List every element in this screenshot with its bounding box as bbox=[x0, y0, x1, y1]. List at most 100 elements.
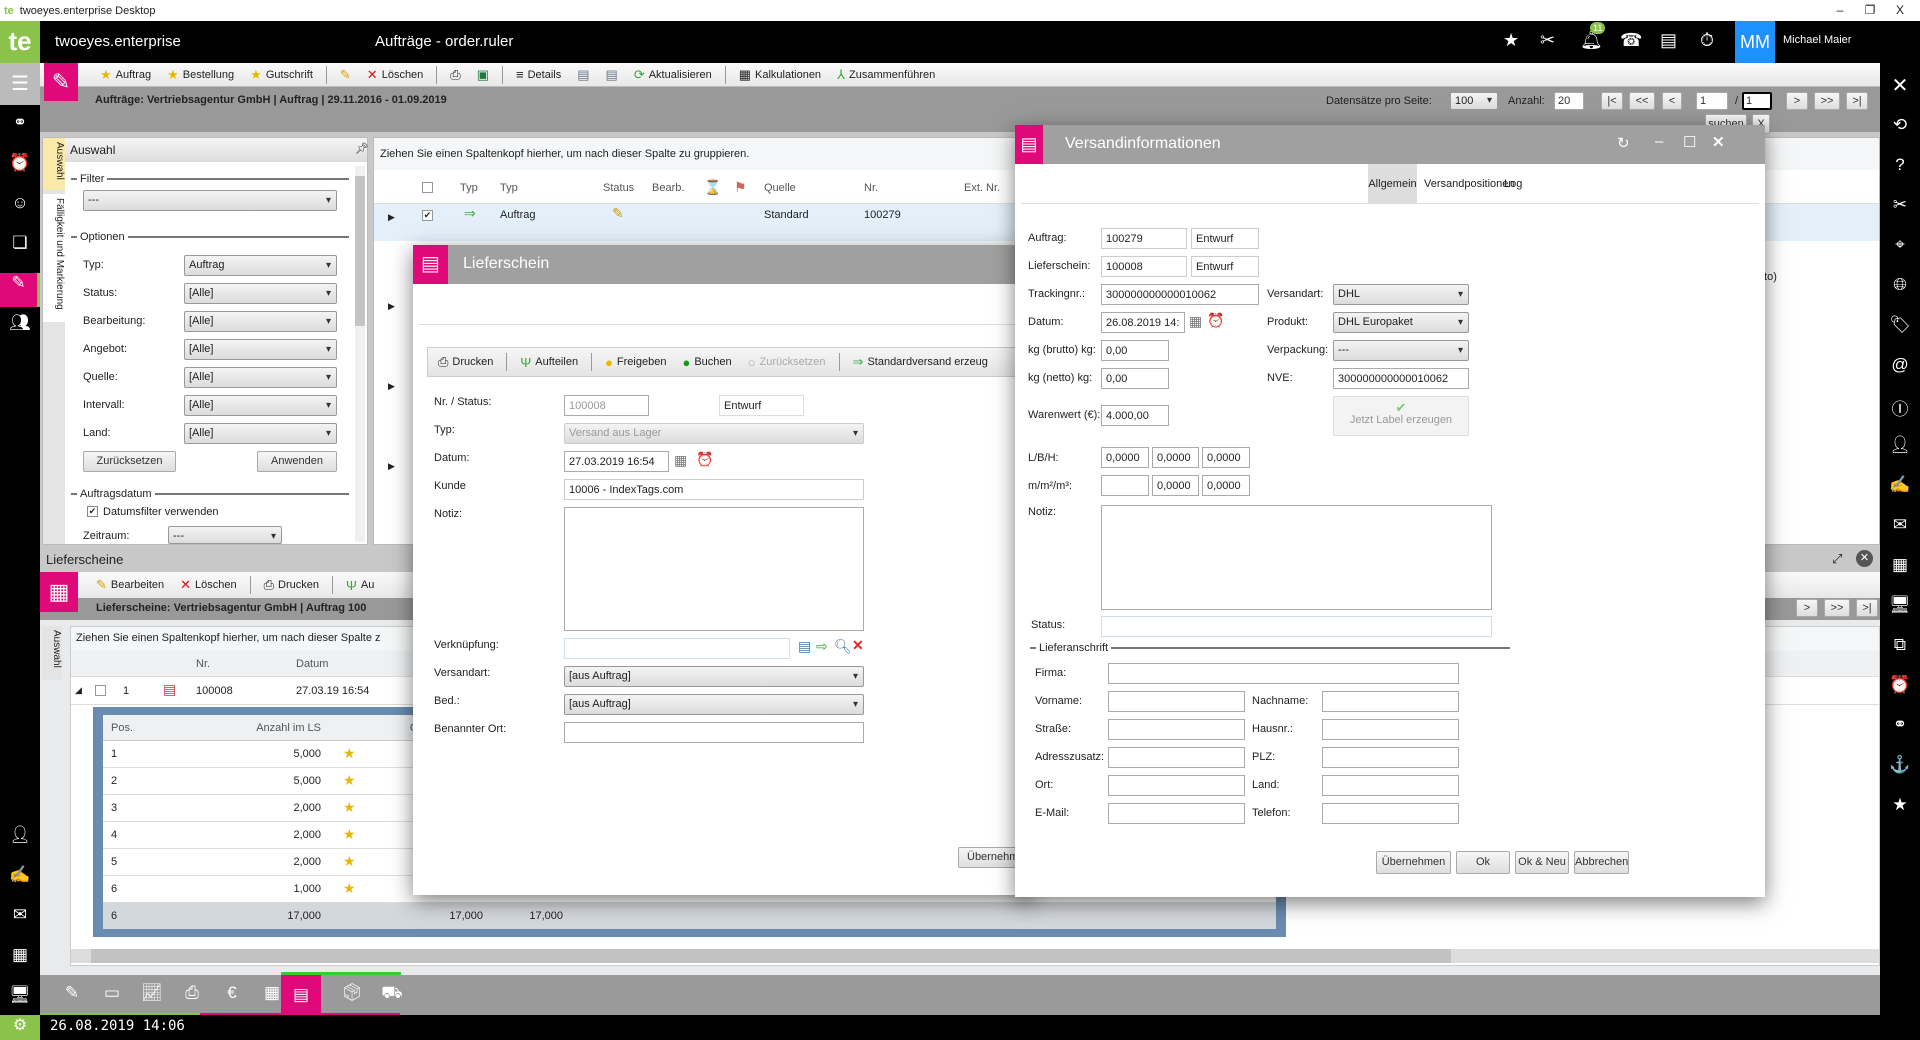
apply-button[interactable]: Anwenden bbox=[257, 451, 337, 472]
ok-button[interactable]: Ok bbox=[1456, 851, 1510, 874]
reset-button[interactable]: Zurücksetzen bbox=[83, 451, 176, 472]
mail-add-icon[interactable]: ✉ bbox=[1880, 515, 1920, 535]
calendar-add-icon[interactable]: ▦ bbox=[1880, 555, 1920, 575]
edit-button[interactable]: ✎ bbox=[334, 67, 357, 83]
search-icon[interactable]: 🔍︎ bbox=[834, 638, 852, 655]
mail-icon[interactable]: ✉ bbox=[0, 905, 40, 925]
create-label-button[interactable]: ✔ Jetzt Label erzeugen bbox=[1333, 396, 1469, 436]
length-field[interactable] bbox=[1101, 447, 1149, 468]
date-filter-checkbox[interactable]: ✔ bbox=[87, 506, 98, 517]
col-date[interactable]: Datum bbox=[296, 658, 328, 670]
filter-select[interactable]: --- bbox=[83, 190, 337, 211]
cancel-button[interactable]: Abbrechen bbox=[1574, 851, 1629, 874]
col-ext-number[interactable]: Ext. Nr. bbox=[964, 182, 1000, 194]
new-order-button[interactable]: ★ Auftrag bbox=[94, 67, 157, 83]
status-field[interactable] bbox=[719, 395, 804, 416]
date-field[interactable] bbox=[564, 451, 669, 472]
package-module-icon[interactable]: 📦︎ bbox=[332, 983, 372, 1003]
col-number[interactable]: Nr. bbox=[196, 658, 210, 670]
side-tab-auswahl[interactable]: Auswahl bbox=[43, 138, 65, 190]
height-field[interactable] bbox=[1202, 447, 1250, 468]
cubic-meter-field[interactable] bbox=[1202, 475, 1250, 496]
contacts-add-icon[interactable]: ⚭ bbox=[1880, 715, 1920, 735]
place-field[interactable] bbox=[564, 722, 864, 743]
close-panel-icon[interactable]: ✕ bbox=[1880, 73, 1920, 98]
col-type-icon[interactable]: Typ bbox=[460, 182, 478, 194]
select-all-checkbox[interactable] bbox=[422, 182, 433, 193]
calendar-add-icon[interactable]: ▦ bbox=[0, 945, 40, 965]
city-field[interactable] bbox=[1108, 775, 1245, 796]
collapse-icon[interactable]: ◢ bbox=[75, 685, 82, 696]
orders-icon[interactable]: ✎ bbox=[0, 273, 40, 307]
hourglass-icon[interactable]: ⌛ bbox=[704, 179, 721, 196]
product-select[interactable]: DHL Europaket bbox=[1333, 312, 1469, 333]
calendar-icon[interactable]: ▦ bbox=[674, 452, 687, 469]
id-icon[interactable]: Ⓘ bbox=[1880, 395, 1920, 420]
details-button[interactable]: ≡ Details bbox=[510, 67, 567, 82]
inbox-module-icon[interactable]: ⎙ bbox=[172, 983, 212, 1003]
firstname-field[interactable] bbox=[1108, 691, 1245, 712]
timer-icon[interactable]: ⏱ bbox=[1700, 30, 1714, 51]
col-type[interactable]: Typ bbox=[500, 182, 518, 194]
row-checkbox[interactable]: ✔ bbox=[422, 210, 433, 221]
clock-icon[interactable]: ⏰ bbox=[696, 451, 713, 468]
period-select[interactable]: --- bbox=[168, 526, 282, 546]
tab-versandpositionen[interactable]: Versandpositionen bbox=[1424, 178, 1515, 190]
restore-button[interactable]: ❐ bbox=[1855, 0, 1885, 21]
screen-add-icon[interactable]: 🖥︎ bbox=[0, 985, 40, 1005]
next-page-button[interactable]: > bbox=[1796, 599, 1818, 617]
note-textarea[interactable] bbox=[564, 507, 864, 631]
offer-select[interactable]: [Alle] bbox=[184, 339, 337, 360]
terms-select[interactable]: [aus Auftrag] bbox=[564, 694, 864, 715]
width-field[interactable] bbox=[1152, 447, 1199, 468]
col-source[interactable]: Quelle bbox=[764, 182, 796, 194]
close-window-button[interactable]: X bbox=[1885, 0, 1915, 21]
expand-icon[interactable]: ▶ bbox=[388, 212, 395, 223]
refresh-button[interactable]: ⟳ Aktualisieren bbox=[628, 67, 718, 83]
address-extra-field[interactable] bbox=[1108, 747, 1245, 768]
country-field[interactable] bbox=[1322, 775, 1459, 796]
type-select[interactable]: Auftrag bbox=[184, 255, 337, 276]
tools-icon[interactable]: ✂ bbox=[1540, 30, 1555, 51]
charts-module-icon[interactable]: 📈︎ bbox=[132, 983, 172, 1003]
tab-allgemein[interactable]: Allgemein bbox=[1368, 164, 1417, 203]
contacts-icon[interactable]: ⚭ bbox=[0, 113, 40, 133]
alarm-add-icon[interactable]: ⏰ bbox=[1880, 675, 1920, 695]
expand-icon[interactable]: ▶ bbox=[388, 461, 395, 472]
pin-icon[interactable]: 📌︎ bbox=[355, 142, 369, 155]
interval-select[interactable]: [Alle] bbox=[184, 395, 337, 416]
prev-page-button[interactable]: < bbox=[1662, 92, 1682, 110]
calculations-button[interactable]: ▦ Kalkulationen bbox=[733, 67, 827, 83]
phone-field[interactable] bbox=[1322, 803, 1459, 824]
street-field[interactable] bbox=[1108, 719, 1245, 740]
last-page-button[interactable]: >| bbox=[1856, 599, 1878, 617]
customer-field[interactable] bbox=[564, 479, 864, 500]
face-icon[interactable]: ☺ bbox=[0, 193, 40, 213]
last-page-button[interactable]: >| bbox=[1846, 92, 1868, 110]
minimize-icon[interactable]: – bbox=[1655, 133, 1663, 150]
col-number[interactable]: Nr. bbox=[864, 182, 878, 194]
doc-button[interactable]: ▤ bbox=[600, 67, 624, 83]
order-field[interactable] bbox=[1101, 228, 1187, 249]
minimize-button[interactable]: – bbox=[1825, 0, 1855, 21]
print-delivery-button[interactable]: ⎙ Drucken bbox=[258, 577, 325, 593]
sync-icon[interactable]: ⟲ bbox=[1880, 115, 1920, 135]
status-select[interactable]: [Alle] bbox=[184, 283, 337, 304]
col-status[interactable]: Status bbox=[603, 182, 634, 194]
status-field[interactable] bbox=[1101, 616, 1492, 637]
country-select[interactable]: [Alle] bbox=[184, 423, 337, 444]
scissors-icon[interactable]: ✂ bbox=[1880, 195, 1920, 215]
processing-select[interactable]: [Alle] bbox=[184, 311, 337, 332]
col-qty[interactable]: Anzahl im LS bbox=[203, 722, 321, 734]
note-textarea[interactable] bbox=[1101, 505, 1492, 610]
user-add-icon[interactable]: 👤︎ bbox=[1880, 435, 1920, 455]
flag-icon[interactable]: ⚑ bbox=[734, 179, 747, 196]
help-icon[interactable]: ? bbox=[1880, 155, 1920, 175]
remove-link-icon[interactable]: ✕ bbox=[852, 637, 864, 654]
page-input[interactable]: 1 bbox=[1696, 92, 1728, 110]
new-credit-button[interactable]: ★ Gutschrift bbox=[244, 67, 319, 83]
gross-weight-field[interactable] bbox=[1101, 340, 1169, 361]
location-icon[interactable]: ⌖ bbox=[1880, 235, 1920, 255]
apply-button[interactable]: Übernehm bbox=[958, 847, 1018, 868]
tracking-field[interactable] bbox=[1101, 284, 1259, 305]
